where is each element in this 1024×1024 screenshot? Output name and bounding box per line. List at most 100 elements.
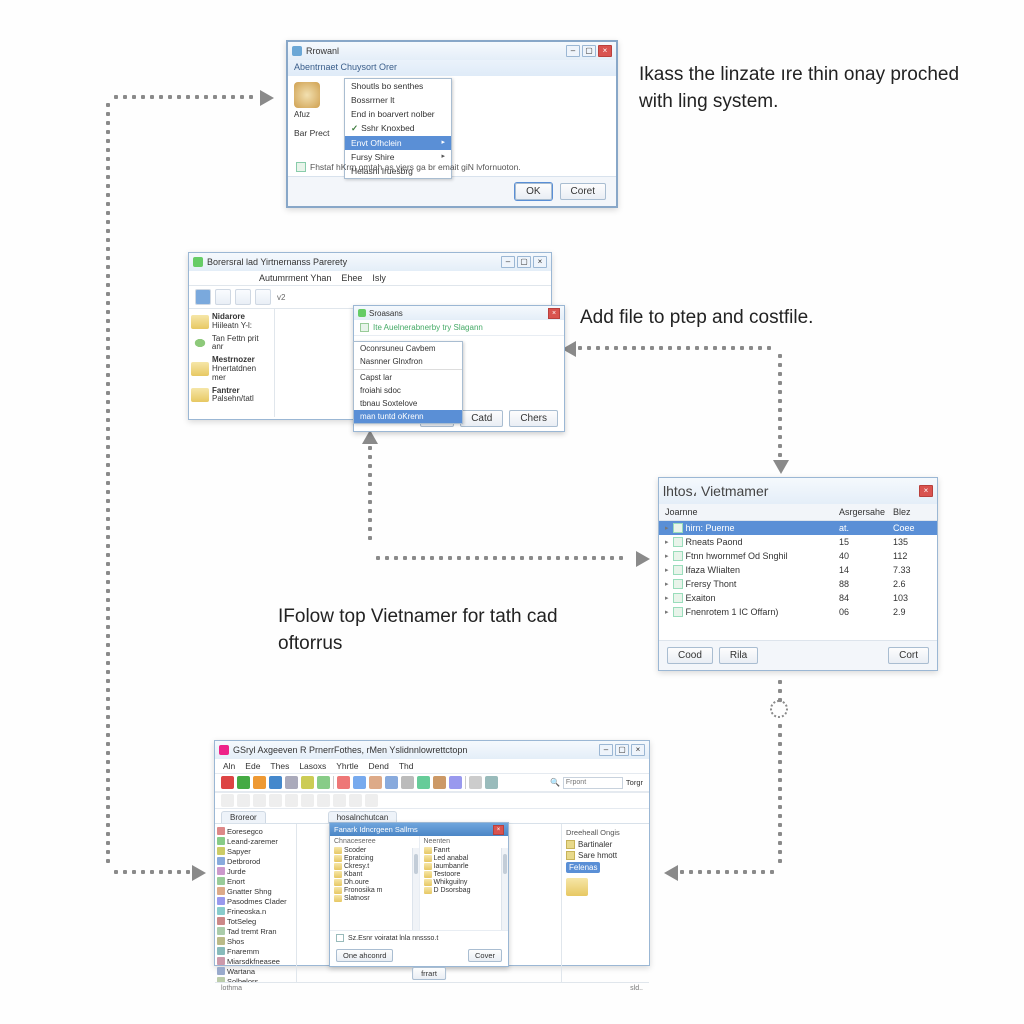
menu-item[interactable]: Capst lar	[354, 371, 462, 384]
menu-item[interactable]: Shoutls bo senthes	[345, 79, 451, 93]
tree-item[interactable]: Wartana	[217, 966, 294, 976]
menu-item[interactable]: Isly	[372, 273, 386, 283]
menu-item[interactable]: Thes	[270, 761, 289, 771]
toolbar-icon[interactable]	[449, 776, 462, 789]
action-button[interactable]: Cood	[667, 647, 713, 664]
maximize-button[interactable]: ▢	[615, 744, 629, 756]
folder-item[interactable]: Dh.oure	[334, 878, 415, 886]
sidebar-item[interactable]: FantrerPalsehn/tatl	[191, 385, 272, 407]
search-box[interactable]: 🔍 Torgr	[550, 777, 643, 789]
search-input[interactable]	[563, 777, 623, 789]
tree-item[interactable]: Solbelors	[217, 976, 294, 982]
tree-item[interactable]: TotSeleg	[217, 916, 294, 926]
toolbar-icon[interactable]	[237, 794, 250, 807]
toolbar-icon[interactable]	[369, 776, 382, 789]
menubar[interactable]: Autumrment Yhan Ehee Isly	[189, 271, 551, 286]
checkbox[interactable]	[336, 934, 344, 942]
menu-item[interactable]: tbnau Soxtelove	[354, 397, 462, 410]
menu-item[interactable]: Autumrment Yhan	[259, 273, 331, 283]
tree-item[interactable]: Leand-zaremer	[217, 836, 294, 846]
toolbar-icon[interactable]	[301, 776, 314, 789]
scrollbar-thumb[interactable]	[414, 854, 418, 874]
tab[interactable]: Broreor	[221, 811, 266, 823]
menu-item-selected[interactable]: Envt Ofhclein	[345, 136, 451, 150]
menu-item-checked[interactable]: Sshr Knoxbed	[345, 121, 451, 136]
toolbar-icon[interactable]	[269, 776, 282, 789]
close-button[interactable]: ×	[533, 256, 547, 268]
folder-item[interactable]: Scoder	[334, 846, 415, 854]
sidebar-item[interactable]: NidaroreHiileatn Y-l:	[191, 311, 272, 333]
ok-button[interactable]: OK	[515, 183, 551, 200]
toolbar-icon[interactable]	[333, 794, 346, 807]
tree-item[interactable]: Detbrorod	[217, 856, 294, 866]
menu-item[interactable]: Aln	[223, 761, 235, 771]
column-header[interactable]: Blez	[893, 507, 931, 517]
table-header[interactable]: Joarnne Asrgersahe Blez	[659, 504, 937, 521]
close-button[interactable]: ×	[598, 45, 612, 57]
toolbar-icon[interactable]	[301, 794, 314, 807]
checkbox-row[interactable]: Sz.Esnr voiratat lnla nnssso.t	[330, 930, 508, 945]
toolbar-icon[interactable]	[337, 776, 350, 789]
toolbar-icon[interactable]	[385, 776, 398, 789]
menu-item[interactable]: Dend	[368, 761, 388, 771]
toolbar-icon[interactable]	[401, 776, 414, 789]
action-button[interactable]: Rila	[719, 647, 758, 664]
menu-item[interactable]: Bossrrner lt	[345, 93, 451, 107]
scrollbar[interactable]	[412, 848, 419, 930]
tree-panel[interactable]: EoresegcoLeand-zaremerSapyerDetbrorodJur…	[215, 824, 297, 982]
table-row[interactable]: ▸Ifaza WIialten147.33	[659, 563, 937, 577]
titlebar[interactable]: lhtos، Vietmamer ×	[659, 478, 937, 504]
folder-item[interactable]: Slatnosr	[334, 894, 415, 902]
menu-item[interactable]: Oconrsuneu Cavbem	[354, 342, 462, 355]
table-row[interactable]: ▸Frersy Thont882.6	[659, 577, 937, 591]
table-row[interactable]: ▸Fnenrotem 1 IC Offarn)062.9	[659, 605, 937, 619]
close-button[interactable]: ×	[548, 308, 560, 319]
cancel-button[interactable]: Catd	[460, 410, 503, 427]
toolbar[interactable]: 🔍 Torgr	[215, 773, 649, 792]
context-menu[interactable]: Oconrsuneu Cavbem Nasnner Glnxfron Capst…	[353, 341, 463, 424]
menu-item[interactable]: Ehee	[341, 273, 362, 283]
toolbar-icon[interactable]	[349, 794, 362, 807]
toolbar-icon[interactable]	[317, 776, 330, 789]
folder-item[interactable]: Led anabal	[424, 854, 505, 862]
toolbar-icon[interactable]	[221, 794, 234, 807]
cancel-button[interactable]: Coret	[560, 183, 606, 200]
table-row[interactable]: ▸Ftnn hwornmef Od Snghil40112	[659, 549, 937, 563]
titlebar[interactable]: Rrowanl – ▢ ×	[288, 42, 616, 60]
tree-item[interactable]: Gnatter Shng	[217, 886, 294, 896]
maximize-button[interactable]: ▢	[517, 256, 531, 268]
menubar[interactable]: Aln Ede Thes Lasoxs Yhrtle Dend Thd	[215, 759, 649, 773]
folder-item[interactable]: Fanrt	[424, 846, 505, 854]
scrollbar[interactable]	[501, 848, 508, 930]
close-button[interactable]: ×	[493, 825, 504, 835]
center-button[interactable]: frrart	[412, 967, 446, 980]
tree-item[interactable]: Tad tremt Rran	[217, 926, 294, 936]
folder-item[interactable]: Kbant	[334, 870, 415, 878]
menu-item[interactable]: Thd	[399, 761, 414, 771]
folder-item[interactable]: Iaumbanrle	[424, 862, 505, 870]
tree-item[interactable]: Miarsdkfneasee	[217, 956, 294, 966]
folder-item[interactable]: Epratcing	[334, 854, 415, 862]
close-button[interactable]: Cort	[888, 647, 929, 664]
folder-item[interactable]: Whikguilny	[424, 878, 505, 886]
panel-item-selected[interactable]: Felenas	[566, 862, 600, 873]
toolbar-icon[interactable]	[253, 794, 266, 807]
child-titlebar[interactable]: Sroasans ×	[354, 306, 564, 320]
menu-item-selected[interactable]: man tuntd oKrenn	[354, 410, 462, 423]
minimize-button[interactable]: –	[566, 45, 580, 57]
toolbar-button[interactable]	[255, 289, 271, 305]
tree-item[interactable]: Enort	[217, 876, 294, 886]
minimize-button[interactable]: –	[501, 256, 515, 268]
close-button2[interactable]: Chers	[509, 410, 558, 427]
table-row[interactable]: ▸Rneats Paond15135	[659, 535, 937, 549]
tree-item[interactable]: Fnaremm	[217, 946, 294, 956]
column-header[interactable]: Asrgersahe	[839, 507, 893, 517]
dialog-titlebar[interactable]: Fanark Idncrgeen Sallrns ×	[330, 823, 508, 836]
search-go[interactable]: Torgr	[626, 778, 643, 787]
panel-item[interactable]: Felenas	[566, 861, 645, 874]
sidebar-item[interactable]: Tan Fettn prit anr	[191, 333, 272, 355]
action-button[interactable]: One ahconrd	[336, 949, 393, 962]
scrollbar-thumb[interactable]	[503, 854, 507, 874]
column-header[interactable]: Joarnne	[665, 507, 839, 517]
toolbar-icon[interactable]	[221, 776, 234, 789]
